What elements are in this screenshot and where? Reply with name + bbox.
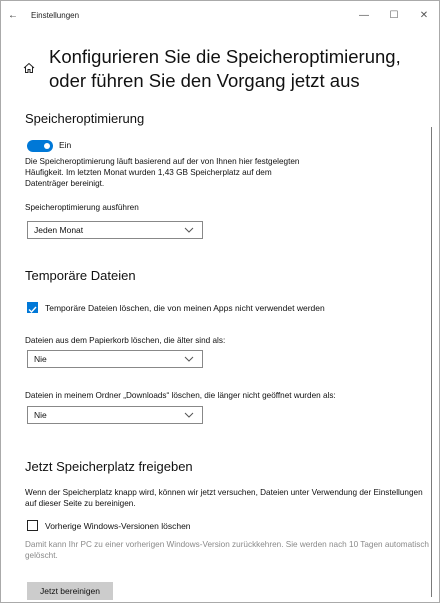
delete-temp-files-label: Temporäre Dateien löschen, die von meine… [45,303,325,313]
chevron-down-icon [184,412,194,418]
recycle-bin-value: Nie [34,354,47,364]
clean-now-button[interactable]: Jetzt bereinigen [27,582,113,600]
previous-versions-note: Damit kann Ihr PC zu einer vorherigen Wi… [25,540,429,560]
chevron-down-icon [184,227,194,233]
storage-sense-description: Die Speicheroptimierung läuft basierend … [25,157,300,188]
delete-temp-files-checkbox[interactable] [27,302,38,314]
chevron-down-icon [184,356,194,362]
page-header: Konfigurieren Sie die Speicheroptimierun… [23,45,430,93]
run-frequency-dropdown[interactable]: Jeden Monat [27,221,203,239]
run-frequency-value: Jeden Monat [34,225,84,235]
home-icon [23,62,35,73]
temp-files-heading: Temporäre Dateien [25,268,136,283]
checkmark-icon [28,306,37,314]
minimize-button[interactable]: — [349,10,379,21]
run-storage-sense-label: Speicheroptimierung ausführen [25,203,139,212]
storage-sense-toggle[interactable] [27,140,53,152]
title-bar: ← Einstellungen — ☐ ✕ [1,1,439,29]
window-title: Einstellungen [31,10,80,20]
downloads-label: Dateien in meinem Ordner „Downloads“ lös… [25,391,336,400]
storage-sense-heading: Speicheroptimierung [25,111,145,126]
settings-window: ← Einstellungen — ☐ ✕ Konfigurieren Sie … [0,0,440,603]
scrollbar[interactable] [431,127,432,597]
recycle-bin-label: Dateien aus dem Papierkorb löschen, die … [25,336,226,345]
previous-versions-checkbox[interactable] [27,520,38,531]
recycle-bin-dropdown[interactable]: Nie [27,350,203,368]
close-button[interactable]: ✕ [409,10,439,21]
downloads-dropdown[interactable]: Nie [27,406,203,424]
free-space-description: Wenn der Speicherplatz knapp wird, könne… [25,488,423,508]
maximize-button[interactable]: ☐ [379,10,409,21]
back-button[interactable]: ← [1,10,25,21]
free-space-heading: Jetzt Speicherplatz freigeben [25,459,193,474]
previous-versions-label: Vorherige Windows-Versionen löschen [45,521,191,531]
page-title: Konfigurieren Sie die Speicheroptimierun… [49,46,401,91]
downloads-value: Nie [34,410,47,420]
storage-sense-toggle-state: Ein [59,140,72,150]
